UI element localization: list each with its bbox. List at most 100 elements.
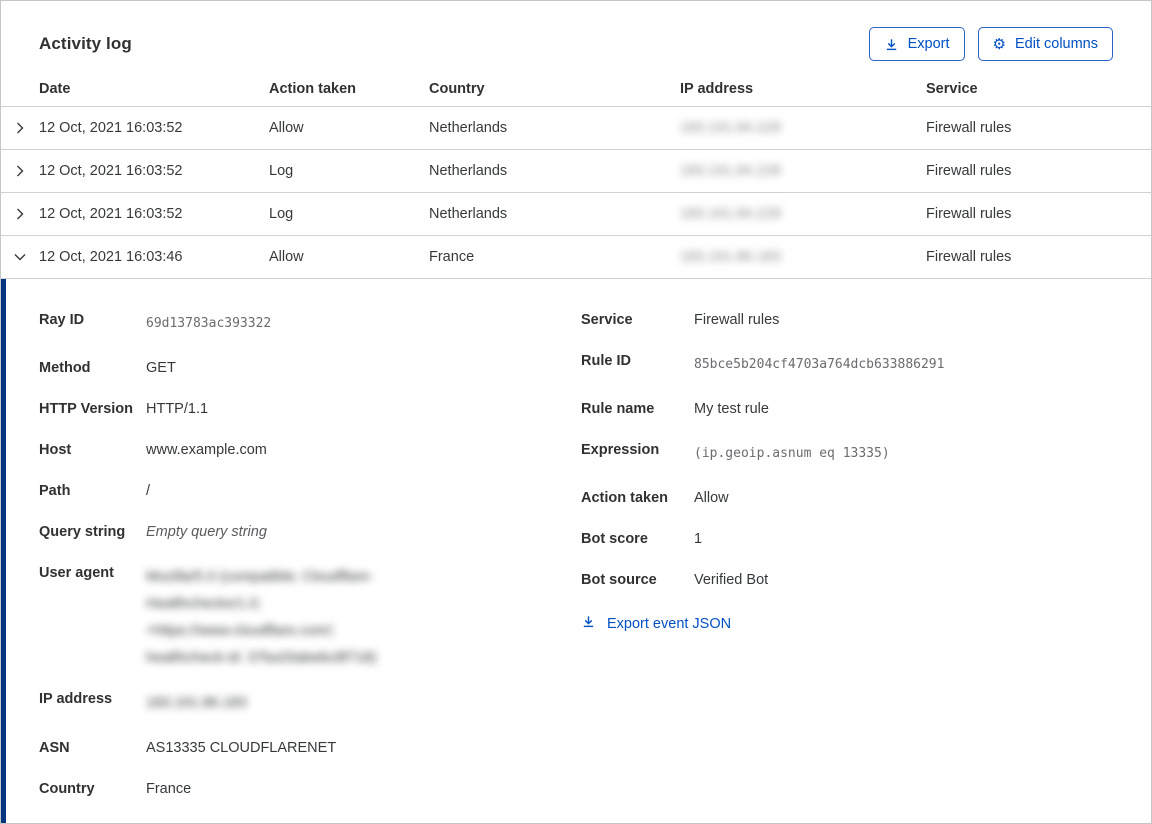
- detail-right-column: ServiceFirewall rules Rule ID85bce5b204cf…: [581, 311, 1131, 633]
- detail-field-host: Hostwww.example.com: [39, 441, 581, 460]
- column-header-ip-address: IP address: [680, 81, 926, 97]
- detail-field-value: HTTP/1.1: [146, 400, 208, 419]
- redacted-ip-value: 183.191.84.228: [680, 120, 781, 136]
- cell-service: Firewall rules: [926, 163, 1151, 179]
- cell-country: France: [429, 249, 680, 265]
- toolbar: Activity log Export ⚙ Edit columns: [1, 1, 1151, 81]
- table-row[interactable]: 12 Oct, 2021 16:03:52LogNetherlands183.1…: [1, 193, 1151, 236]
- detail-field-ray-id: Ray ID69d13783ac393322: [39, 311, 581, 337]
- cell-action-taken: Allow: [269, 249, 429, 265]
- detail-field-label: Method: [39, 359, 146, 378]
- detail-field-label: Country: [39, 780, 146, 799]
- column-header-action-taken: Action taken: [269, 81, 429, 97]
- detail-field-label: Bot score: [581, 530, 694, 549]
- detail-field-value: 69d13783ac393322: [146, 311, 271, 337]
- detail-field-label: Query string: [39, 523, 146, 542]
- detail-field-rule-id: Rule ID85bce5b204cf4703a764dcb633886291: [581, 352, 1131, 378]
- detail-field-value: www.example.com: [146, 441, 267, 460]
- detail-field-asn: ASNAS13335 CLOUDFLARENET: [39, 739, 581, 758]
- detail-field-label: Rule ID: [581, 352, 694, 378]
- download-icon: [581, 614, 596, 633]
- detail-right-items: ServiceFirewall rules Rule ID85bce5b204cf…: [581, 311, 1131, 590]
- export-event-json-link[interactable]: Export event JSON: [581, 614, 731, 633]
- detail-left-column: Ray ID69d13783ac393322 MethodGET HTTP Vers…: [39, 311, 581, 821]
- cell-service: Firewall rules: [926, 120, 1151, 136]
- table-row[interactable]: 12 Oct, 2021 16:03:52LogNetherlands183.1…: [1, 150, 1151, 193]
- column-header-country: Country: [429, 81, 680, 97]
- detail-field-ip-address: IP address183.191.86.183: [39, 690, 581, 717]
- detail-field-value: GET: [146, 359, 176, 378]
- cell-ip-address: 183.191.84.228: [680, 163, 926, 179]
- toolbar-buttons: Export ⚙ Edit columns: [869, 27, 1113, 61]
- table-row[interactable]: 12 Oct, 2021 16:03:52AllowNetherlands183…: [1, 107, 1151, 150]
- detail-field-action-taken: Action takenAllow: [581, 489, 1131, 508]
- cell-service: Firewall rules: [926, 249, 1151, 265]
- detail-field-method: MethodGET: [39, 359, 581, 378]
- detail-field-label: HTTP Version: [39, 400, 146, 419]
- detail-field-value: Mozilla/5.0 (compatible; Cloudflare-Heal…: [146, 564, 391, 672]
- column-header-service: Service: [926, 81, 1151, 97]
- table-body: 12 Oct, 2021 16:03:52AllowNetherlands183…: [1, 107, 1151, 824]
- cell-date: 12 Oct, 2021 16:03:52: [39, 206, 269, 222]
- cell-ip-address: 183.191.84.228: [680, 206, 926, 222]
- cell-action-taken: Log: [269, 206, 429, 222]
- detail-field-value: 1: [694, 530, 702, 549]
- detail-field-label: ASN: [39, 739, 146, 758]
- detail-field-label: Action taken: [581, 489, 694, 508]
- detail-field-value: Empty query string: [146, 523, 267, 542]
- detail-field-value: France: [146, 780, 191, 799]
- redacted-ip-value: 183.191.84.228: [680, 163, 781, 179]
- detail-field-label: IP address: [39, 690, 146, 717]
- detail-field-value: Verified Bot: [694, 571, 768, 590]
- chevron-down-icon[interactable]: [1, 250, 39, 264]
- cell-action-taken: Log: [269, 163, 429, 179]
- detail-field-rule-name: Rule nameMy test rule: [581, 400, 1131, 419]
- detail-field-bot-score: Bot score1: [581, 530, 1131, 549]
- cell-country: Netherlands: [429, 206, 680, 222]
- cell-date: 12 Oct, 2021 16:03:46: [39, 249, 269, 265]
- detail-field-value: My test rule: [694, 400, 769, 419]
- detail-field-label: Rule name: [581, 400, 694, 419]
- detail-field-value: Allow: [694, 489, 729, 508]
- chevron-right-icon[interactable]: [1, 121, 39, 135]
- detail-field-value: (ip.geoip.asnum eq 13335): [694, 441, 890, 467]
- detail-field-label: Host: [39, 441, 146, 460]
- detail-field-value: 183.191.86.183: [146, 690, 247, 717]
- detail-field-user-agent: User agentMozilla/5.0 (compatible; Cloud…: [39, 564, 581, 672]
- cell-ip-address: 183.191.84.228: [680, 120, 926, 136]
- detail-field-bot-source: Bot sourceVerified Bot: [581, 571, 1131, 590]
- redacted-ip-value: 183.191.84.228: [680, 206, 781, 222]
- export-button-label: Export: [908, 35, 950, 53]
- table-row[interactable]: 12 Oct, 2021 16:03:46AllowFrance183.191.…: [1, 236, 1151, 279]
- cell-ip-address: 183.191.86.183: [680, 249, 926, 265]
- detail-field-label: Service: [581, 311, 694, 330]
- export-button[interactable]: Export: [869, 27, 965, 61]
- cell-service: Firewall rules: [926, 206, 1151, 222]
- cell-date: 12 Oct, 2021 16:03:52: [39, 163, 269, 179]
- column-header-date: Date: [39, 81, 269, 97]
- chevron-right-icon[interactable]: [1, 207, 39, 221]
- detail-field-label: Expression: [581, 441, 694, 467]
- detail-field-label: User agent: [39, 564, 146, 672]
- cell-action-taken: Allow: [269, 120, 429, 136]
- detail-field-query-string: Query stringEmpty query string: [39, 523, 581, 542]
- edit-columns-button[interactable]: ⚙ Edit columns: [978, 27, 1113, 61]
- activity-log-panel: Activity log Export ⚙ Edit columns DateA…: [0, 0, 1152, 824]
- page-title: Activity log: [39, 34, 132, 54]
- detail-field-path: Path/: [39, 482, 581, 501]
- cell-date: 12 Oct, 2021 16:03:52: [39, 120, 269, 136]
- download-icon: [884, 37, 899, 52]
- detail-field-value: Firewall rules: [694, 311, 779, 330]
- detail-field-label: Ray ID: [39, 311, 146, 337]
- export-event-json-label: Export event JSON: [607, 616, 731, 632]
- redacted-ip-value: 183.191.86.183: [680, 249, 781, 265]
- detail-field-http-version: HTTP VersionHTTP/1.1: [39, 400, 581, 419]
- chevron-right-icon[interactable]: [1, 164, 39, 178]
- detail-panel: Ray ID69d13783ac393322 MethodGET HTTP Vers…: [1, 279, 1151, 824]
- table-header-row: DateAction takenCountryIP addressService: [1, 81, 1151, 107]
- detail-field-value: AS13335 CLOUDFLARENET: [146, 739, 336, 758]
- edit-columns-button-label: Edit columns: [1015, 35, 1098, 53]
- cell-country: Netherlands: [429, 163, 680, 179]
- detail-field-value: /: [146, 482, 150, 501]
- detail-field-label: Path: [39, 482, 146, 501]
